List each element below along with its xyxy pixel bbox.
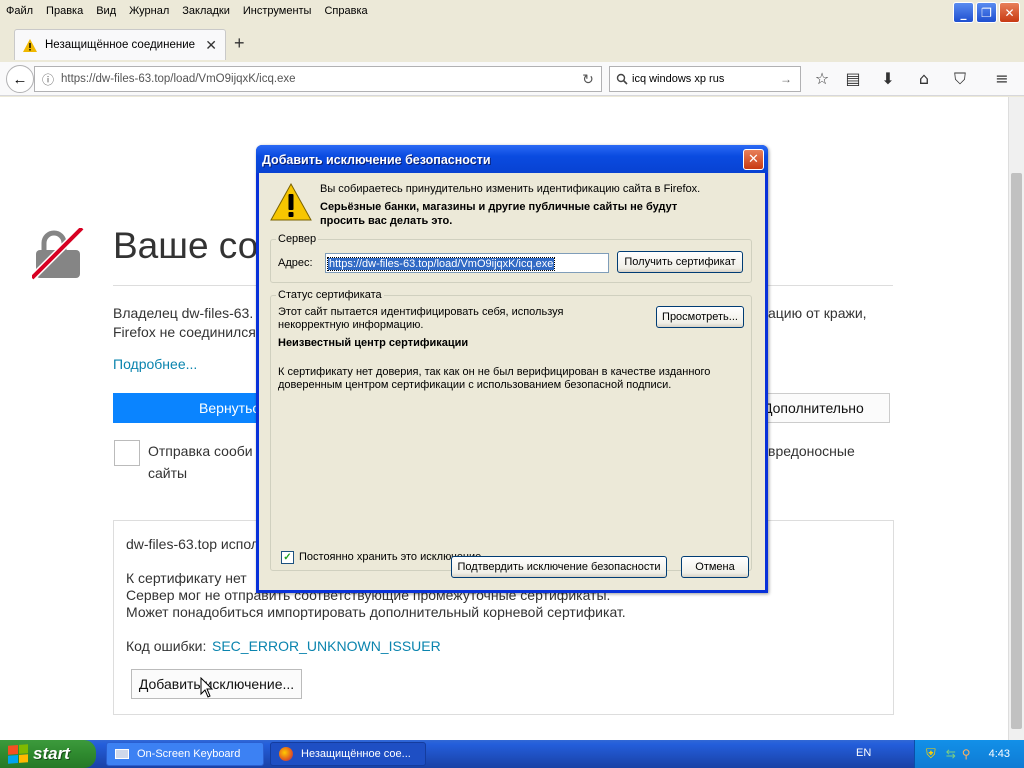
view-certificate-button[interactable]: Просмотреть...	[656, 306, 744, 328]
taskbar-item-keyboard[interactable]: On-Screen Keyboard	[106, 742, 264, 766]
close-window-icon[interactable]: ✕	[999, 2, 1020, 23]
error-code-link[interactable]: SEC_ERROR_UNKNOWN_ISSUER	[212, 638, 441, 654]
menu-help[interactable]: Справка	[324, 5, 367, 17]
taskbar-item-firefox[interactable]: Незащищённое сое...	[270, 742, 426, 766]
navigation-toolbar: ← ⓘ https://dw-files-63.top/load/VmO9ijq…	[0, 62, 1024, 96]
menu-bookmarks[interactable]: Закладки	[182, 5, 230, 17]
pocket-icon[interactable]: ⛉	[950, 69, 970, 89]
bookmark-star-icon[interactable]: ☆	[812, 69, 832, 89]
menu-edit[interactable]: Правка	[46, 5, 83, 17]
search-icon	[616, 73, 628, 85]
reading-list-icon[interactable]: ▤	[843, 69, 863, 89]
url-text: https://dw-files-63.top/load/VmO9ijqxK/i…	[61, 73, 296, 85]
menu-file[interactable]: Файл	[6, 5, 33, 17]
windows-logo-icon	[8, 744, 28, 764]
certificate-status-label: Статус сертификата	[276, 289, 384, 301]
scrollbar-thumb[interactable]	[1011, 173, 1022, 729]
dialog-intro: Вы собираетесь принудительно изменить ид…	[320, 183, 701, 195]
intro-text-1-right: ацию от кражи,	[768, 305, 867, 321]
advanced-text-1: dw-files-63.top испол	[126, 536, 259, 552]
get-certificate-button[interactable]: Получить сертификат	[617, 251, 743, 273]
url-bar[interactable]: ⓘ https://dw-files-63.top/load/VmO9ijqxK…	[34, 66, 602, 92]
hamburger-menu-icon[interactable]: ≡	[992, 69, 1012, 89]
status-text-2: некорректную информацию.	[278, 319, 424, 331]
search-go-icon[interactable]: →	[780, 72, 800, 86]
unknown-ca-heading: Неизвестный центр сертификации	[278, 337, 469, 349]
start-button[interactable]: start	[0, 740, 96, 768]
menu-history[interactable]: Журнал	[129, 5, 169, 17]
keyboard-icon	[115, 749, 129, 759]
report-text: Отправка сооби	[148, 443, 253, 459]
add-exception-button[interactable]: Добавить исключение...	[131, 669, 302, 699]
home-icon[interactable]: ⌂	[914, 69, 934, 89]
reload-icon[interactable]: ↻	[575, 71, 601, 88]
page-title: Ваше со	[113, 225, 259, 266]
dialog-title: Добавить исключение безопасности	[256, 145, 768, 173]
advanced-text-2: К сертификату нет	[126, 570, 247, 586]
menu-tools[interactable]: Инструменты	[243, 5, 312, 17]
error-code-label: Код ошибки:	[126, 638, 207, 654]
report-text-right: вредоносные	[768, 443, 855, 459]
warning-icon	[23, 38, 37, 52]
learn-more-link[interactable]: Подробнее...	[113, 356, 197, 372]
mouse-cursor-icon	[200, 677, 214, 698]
status-text-1: Этот сайт пытается идентифицировать себя…	[278, 306, 564, 318]
intro-text-1: Владелец dw-files-63.	[113, 305, 254, 321]
download-icon[interactable]: ⬇	[878, 69, 898, 89]
intro-text-2: Firefox не соединился	[113, 324, 256, 340]
confirm-exception-button[interactable]: Подтвердить исключение безопасности	[451, 556, 667, 578]
taskbar-item-label: On-Screen Keyboard	[137, 748, 241, 760]
ca-description-1: К сертификату нет доверия, так как он не…	[278, 366, 711, 378]
dialog-warning-2: просить вас делать это.	[320, 215, 453, 227]
ca-description-2: доверенным центром сертификации с исполь…	[278, 379, 672, 391]
security-shield-icon[interactable]: ⛨	[926, 746, 936, 762]
add-security-exception-dialog: Добавить исключение безопасности ✕ Вы со…	[256, 145, 768, 593]
address-label: Адрес:	[278, 257, 313, 269]
page-scrollbar[interactable]	[1008, 97, 1024, 740]
search-tray-icon[interactable]: ⚲	[962, 747, 971, 761]
browser-tab[interactable]: Незащищённое соединение ✕	[14, 29, 226, 60]
window-controls: _ ❐ ✕	[953, 2, 1020, 23]
menu-view[interactable]: Вид	[96, 5, 116, 17]
system-tray: ⛨ ⇆ ⚲ 4:43	[914, 740, 1024, 768]
address-field[interactable]: https://dw-files-63.top/load/VmO9ijqxK/i…	[325, 253, 609, 273]
tab-strip: Незащищённое соединение ✕ +	[0, 26, 1024, 62]
maximize-icon[interactable]: ❐	[976, 2, 997, 23]
new-tab-icon[interactable]: +	[234, 34, 245, 52]
warning-icon	[270, 183, 312, 221]
broken-lock-icon	[32, 228, 84, 280]
advanced-text-4: Может понадобиться импортировать дополни…	[126, 604, 626, 620]
server-group-label: Сервер	[276, 233, 319, 245]
language-indicator[interactable]: EN	[856, 747, 871, 759]
minimize-icon[interactable]: _	[953, 2, 974, 23]
network-icon[interactable]: ⇆	[946, 747, 956, 761]
cancel-button[interactable]: Отмена	[681, 556, 749, 578]
close-tab-icon[interactable]: ✕	[205, 37, 217, 54]
tab-title: Незащищённое соединение	[45, 39, 196, 51]
menu-bar: Файл Правка Вид Журнал Закладки Инструме…	[0, 0, 1024, 22]
clock: 4:43	[988, 748, 1010, 760]
dialog-close-icon[interactable]: ✕	[743, 149, 764, 170]
info-icon[interactable]: ⓘ	[35, 71, 61, 88]
report-checkbox[interactable]	[114, 440, 140, 466]
start-label: start	[33, 744, 70, 763]
back-arrow-icon[interactable]: ←	[6, 65, 34, 93]
dialog-body: Вы собираетесь принудительно изменить ид…	[259, 173, 765, 590]
taskbar-item-label: Незащищённое сое...	[301, 748, 411, 760]
report-text-2: сайты	[148, 465, 188, 481]
windows-taskbar: start On-Screen Keyboard Незащищённое со…	[0, 740, 1024, 768]
address-value: https://dw-files-63.top/load/VmO9ijqxK/i…	[326, 257, 556, 271]
search-bar[interactable]: icq windows xp rus →	[609, 66, 801, 92]
search-query: icq windows xp rus	[632, 73, 725, 85]
firefox-icon	[279, 747, 293, 761]
dialog-warning-1: Серьёзные банки, магазины и другие публи…	[320, 201, 678, 213]
permanent-exception-checkbox[interactable]: ✓	[281, 551, 294, 564]
